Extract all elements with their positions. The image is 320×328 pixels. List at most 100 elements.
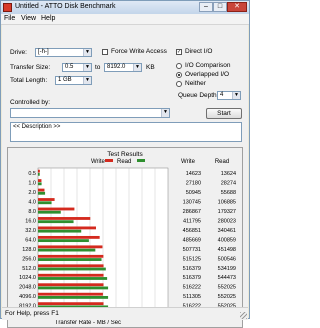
read-bar [38,248,96,252]
read-value: 106885 [218,200,236,206]
transfer-from-select[interactable]: 0.5 ▼ [62,63,92,72]
app-window: Untitled - ATTO Disk Benchmark – □ ✕ Fil… [0,0,250,328]
force-write-checkbox[interactable] [102,49,108,55]
write-value: 516379 [183,266,201,272]
chevron-down-icon: ▼ [83,49,91,56]
start-button[interactable]: Start [206,108,242,119]
overlapped-io-label: Overlapped I/O [185,71,230,78]
write-bar [38,169,40,173]
menu-bar: File View Help [1,14,249,25]
description-text: << Description >> [13,124,61,130]
read-bar [38,239,89,243]
app-icon [3,3,12,12]
transfer-from-value: 0.5 [65,64,74,70]
transfer-to-select[interactable]: 8192.0 ▼ [104,63,142,72]
write-bar [38,292,103,296]
read-value: 13624 [221,171,236,177]
chart-title: Test Results [107,151,143,158]
write-value: 515125 [183,256,201,262]
io-comparison-radio[interactable] [176,63,182,69]
read-value: 534199 [218,266,236,272]
read-bar [38,182,42,186]
read-value: 451498 [218,247,236,253]
force-write-label: Force Write Access [111,48,167,55]
menu-file[interactable]: File [4,15,15,22]
read-bar [38,191,46,195]
write-value: 411795 [183,218,201,224]
read-bar [38,210,61,214]
client-area: Drive: [-h-] ▼ Force Write Access ✓ Dire… [2,25,248,328]
transfer-to-value: 8192.0 [107,64,126,70]
read-bar [38,201,52,205]
write-bar [38,188,45,192]
window-title: Untitled - ATTO Disk Benchmark [15,3,116,10]
description-textbox[interactable]: << Description >> [10,122,242,142]
read-bar [38,267,106,271]
drive-select[interactable]: [-h-] ▼ [35,48,92,57]
resize-grip-icon[interactable] [240,312,247,319]
chevron-down-icon: ▼ [161,109,169,117]
read-value: 544473 [218,275,236,281]
direct-io-label: Direct I/O [185,48,213,55]
write-bar [38,254,104,258]
transfer-size-label: Transfer Size: [10,64,51,71]
results-chart: Test Results Write Read Write Read 0.5 14… [19,151,236,326]
category-label: 0.5 [28,171,36,177]
write-value: 511305 [183,294,201,300]
read-value: 280023 [218,218,236,224]
total-length-select[interactable]: 1 GB ▼ [55,76,92,85]
write-bar [38,273,104,277]
write-value: 50945 [186,190,201,196]
read-bar [38,220,74,224]
total-length-label: Total Length: [10,77,48,84]
queue-depth-select[interactable]: 4 ▼ [217,91,241,100]
status-text: For Help, press F1 [5,310,59,317]
controlled-by-select[interactable]: ▼ [10,108,170,118]
title-bar[interactable]: Untitled - ATTO Disk Benchmark – □ ✕ [1,1,249,15]
write-bar [38,226,96,230]
category-label: 1024.0 [19,275,36,281]
read-bar [38,277,108,280]
write-value: 516222 [183,285,201,291]
x-axis-label: Transfer Rate - MB / Sec [55,320,121,326]
read-bar [38,172,40,176]
legend-write-swatch [105,159,113,162]
write-bar [38,179,42,183]
io-comparison-label: I/O Comparison [185,62,231,69]
write-bar [38,245,103,249]
legend-read-label: Read [117,159,131,165]
write-bar [38,207,75,211]
category-label: 4096.0 [19,294,36,300]
menu-view[interactable]: View [21,15,36,22]
category-label: 32.0 [25,228,36,234]
category-label: 4.0 [28,200,36,206]
write-value: 516379 [183,275,201,281]
write-bar [38,198,55,201]
direct-io-checkbox[interactable]: ✓ [176,49,182,55]
read-value: 400859 [218,237,236,243]
read-value: 179327 [218,209,236,215]
overlapped-io-radio[interactable] [176,72,182,78]
maximize-button[interactable]: □ [213,2,227,12]
menu-help[interactable]: Help [41,15,55,22]
to-label: to [95,64,101,71]
drive-value: [-h-] [38,49,49,55]
status-bar: For Help, press F1 [2,307,248,320]
write-value: 507731 [183,247,201,253]
minimize-button[interactable]: – [199,2,213,12]
write-bar [38,264,104,268]
neither-label: Neither [185,80,206,87]
read-bar [38,286,109,290]
legend-write-label: Write [91,159,106,165]
category-label: 8.0 [28,209,36,215]
read-value: 500546 [218,256,236,262]
close-button[interactable]: ✕ [227,2,247,12]
chevron-down-icon: ▼ [133,64,141,71]
write-value: 485669 [183,237,201,243]
legend-read-swatch [137,159,145,162]
read-value: 28274 [221,181,236,187]
total-length-value: 1 GB [58,77,72,83]
neither-radio[interactable] [176,81,182,87]
category-label: 2.0 [28,190,36,196]
read-value: 340461 [218,228,236,234]
